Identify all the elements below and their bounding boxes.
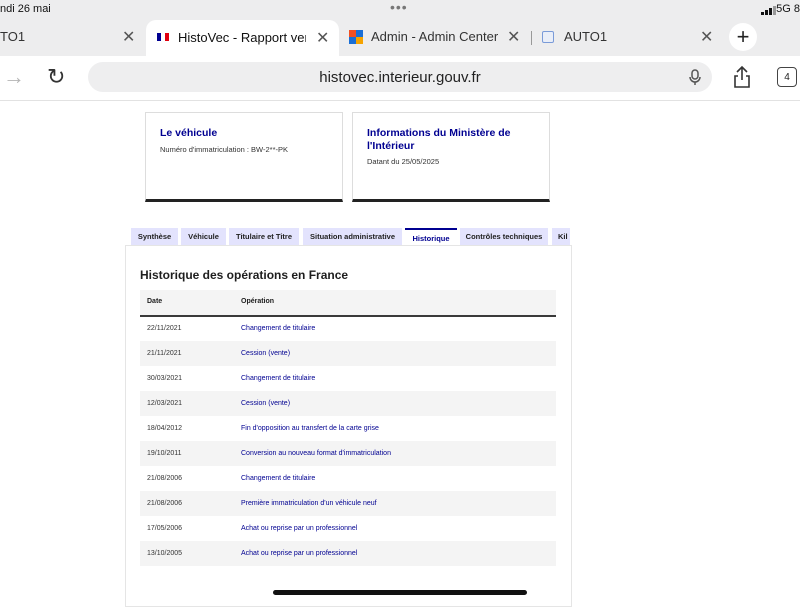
row-operation-link[interactable]: Conversion au nouveau format d'immatricu… [241,450,391,457]
tab-situation-administrative[interactable]: Situation administrative [303,228,402,245]
ministry-card: Informations du Ministère de l'Intérieur… [352,112,550,202]
row-operation-link[interactable]: Cession (vente) [241,400,290,407]
tab-title: TO1 [0,29,26,44]
tab-title: AUTO1 [564,29,608,44]
table-row: 30/03/2021 Changement de titulaire [140,366,556,391]
row-date: 13/10/2005 [147,550,183,557]
table-row: 21/08/2006 Première immatriculation d'un… [140,491,556,516]
office-logo-icon [349,30,363,44]
column-header-operation: Opération [241,298,275,305]
history-title: Historique des opérations en France [140,268,349,282]
row-operation-link[interactable]: Changement de titulaire [241,475,315,482]
table-header: Date Opération [140,290,556,317]
network-label: 5G 8 [776,3,800,15]
row-operation-link[interactable]: Première immatriculation d'un véhicule n… [241,500,377,507]
row-date: 21/11/2021 [147,350,182,357]
vehicle-card: Le véhicule Numéro d'immatriculation : B… [145,112,343,202]
tab-vehicule[interactable]: Véhicule [181,228,226,245]
ministry-card-title: Informations du Ministère de l'Intérieur [367,127,511,152]
table-row: 19/10/2011 Conversion au nouveau format … [140,441,556,466]
signal-icon [761,6,776,15]
table-row: 12/03/2021 Cession (vente) [140,391,556,416]
french-flag-icon [157,33,169,41]
new-tab-plus-icon[interactable]: + [729,23,757,51]
table-row: 21/11/2021 Cession (vente) [140,341,556,366]
row-date: 22/11/2021 [147,325,182,332]
row-operation-link[interactable]: Changement de titulaire [241,325,315,332]
table-row: 17/05/2006 Achat ou reprise par un profe… [140,516,556,541]
url-text: histovec.interieur.gouv.fr [319,68,481,86]
forward-arrow-icon[interactable]: → [3,64,25,90]
row-operation-link[interactable]: Achat ou reprise par un professionnel [241,525,357,532]
row-date: 19/10/2011 [147,450,182,457]
tab-title: HistoVec - Rapport vend [178,30,306,45]
tab-strip: TO1 ✕ HistoVec - Rapport vend ✕ Admin - … [0,20,800,56]
tab-kilometrage[interactable]: Kil [552,228,570,245]
reload-icon[interactable]: ↻ [47,64,65,90]
row-date: 21/08/2006 [147,475,183,482]
registration-number: Numéro d'immatriculation : BW-2**-PK [160,145,288,154]
close-icon[interactable]: ✕ [122,27,135,47]
status-time: ndi 26 mai [0,3,51,15]
row-date: 18/04/2012 [147,425,183,432]
column-header-date: Date [147,298,163,305]
row-operation-link[interactable]: Achat ou reprise par un professionnel [241,550,357,557]
browser-tab-auto1-left[interactable]: TO1 ✕ [0,20,145,54]
home-indicator[interactable] [273,590,527,595]
share-icon[interactable] [732,65,752,89]
multitasking-dots-icon[interactable]: ••• [390,0,408,15]
close-icon[interactable]: ✕ [507,27,520,47]
browser-tab-admin-center[interactable]: Admin - Admin Center ✕ [340,20,530,54]
table-row: 22/11/2021 Changement de titulaire [140,316,556,341]
tab-switcher-button[interactable]: 4 [777,67,797,87]
row-operation-link[interactable]: Cession (vente) [241,350,290,357]
table-row: 18/04/2012 Fin d'opposition au transfert… [140,416,556,441]
tab-title: Admin - Admin Center [371,29,499,44]
table-row: 13/10/2005 Achat ou reprise par un profe… [140,541,556,566]
close-icon[interactable]: ✕ [700,27,713,47]
close-icon[interactable]: ✕ [316,28,329,48]
status-bar: ndi 26 mai ••• 5G 8 [0,0,800,20]
row-operation-link[interactable]: Fin d'opposition au transfert de la cart… [241,425,379,432]
tab-titulaire[interactable]: Titulaire et Titre [229,228,299,245]
tab-divider [531,31,532,45]
address-bar[interactable]: histovec.interieur.gouv.fr [88,62,712,92]
vehicle-card-title: Le véhicule [160,127,218,139]
row-date: 17/05/2006 [147,525,183,532]
tab-controles-techniques[interactable]: Contrôles techniques [460,228,548,245]
microphone-icon[interactable] [686,68,704,86]
table-row: 21/08/2006 Changement de titulaire [140,466,556,491]
ministry-date: Datant du 25/05/2025 [367,157,440,166]
row-date: 12/03/2021 [147,400,183,407]
history-panel: Historique des opérations en France Date… [125,245,572,607]
browser-tab-auto1[interactable]: AUTO1 ✕ [535,20,725,54]
tab-synthese[interactable]: Synthèse [131,228,178,245]
row-date: 30/03/2021 [147,375,183,382]
browser-tab-histovec[interactable]: HistoVec - Rapport vend ✕ [146,20,339,56]
browser-toolbar: → ↻ histovec.interieur.gouv.fr 4 [0,56,800,101]
row-date: 21/08/2006 [147,500,183,507]
row-operation-link[interactable]: Changement de titulaire [241,375,315,382]
tab-historique[interactable]: Historique [405,228,457,246]
auto1-logo-icon [542,31,554,43]
